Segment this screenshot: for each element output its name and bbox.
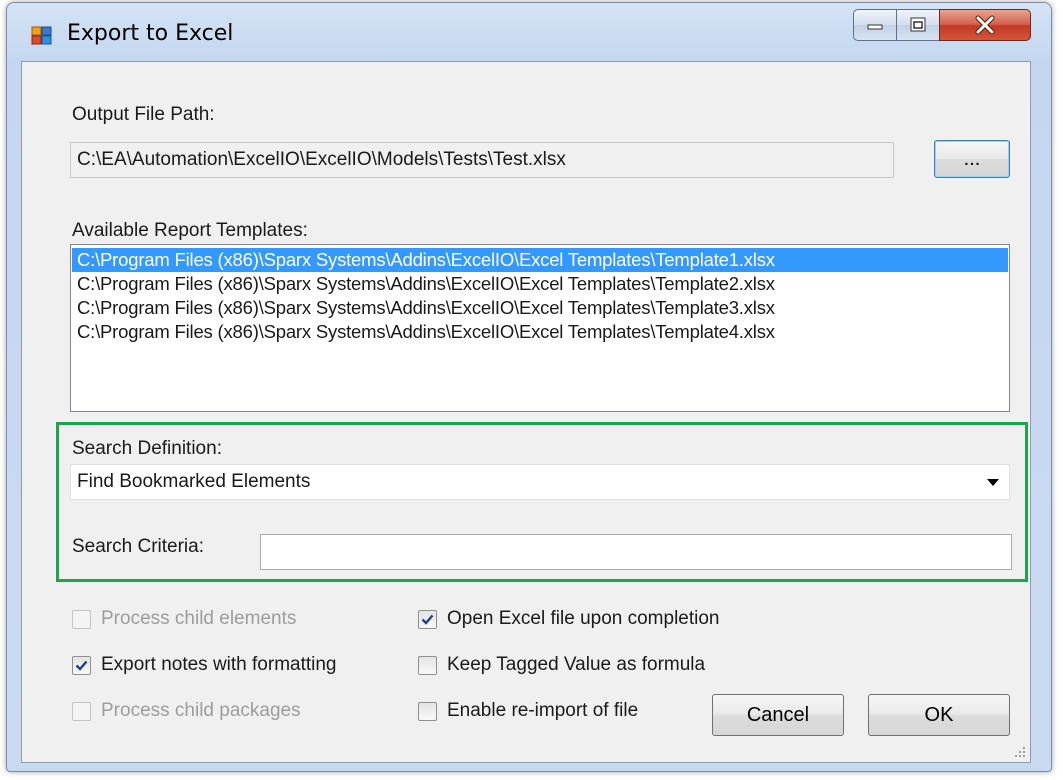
- checkmark-icon: [421, 614, 434, 625]
- template-list-item[interactable]: C:\Program Files (x86)\Sparx Systems\Add…: [72, 248, 1008, 272]
- export-to-excel-window: Export to Excel Output File Path: C:\EA\…: [6, 2, 1052, 772]
- option-export-notes-formatting[interactable]: Export notes with formatting: [72, 654, 337, 676]
- available-templates-label: Available Report Templates:: [72, 220, 308, 241]
- search-criteria-input[interactable]: [260, 534, 1012, 570]
- option-label: Enable re-import of file: [447, 700, 639, 721]
- checkmark-icon: [75, 660, 88, 671]
- minimize-button[interactable]: [853, 9, 897, 41]
- search-definition-value: Find Bookmarked Elements: [77, 471, 311, 492]
- search-definition-dropdown[interactable]: Find Bookmarked Elements: [70, 464, 1010, 500]
- option-process-child-elements[interactable]: Process child elements: [72, 608, 296, 630]
- template-list-item[interactable]: C:\Program Files (x86)\Sparx Systems\Add…: [72, 272, 1008, 296]
- browse-button[interactable]: ...: [934, 140, 1010, 178]
- minimize-icon: [867, 24, 883, 30]
- checkbox[interactable]: [418, 655, 437, 675]
- window-title: Export to Excel: [67, 21, 234, 46]
- dialog-body: Output File Path: C:\EA\Automation\Excel…: [21, 61, 1031, 763]
- search-definition-label: Search Definition:: [72, 438, 222, 459]
- option-label: Process child packages: [101, 700, 301, 721]
- title-bar[interactable]: Export to Excel: [7, 3, 1051, 63]
- option-keep-tagged-value[interactable]: Keep Tagged Value as formula: [418, 654, 705, 676]
- chevron-down-icon[interactable]: [987, 479, 999, 486]
- checkbox[interactable]: [72, 655, 91, 675]
- checkbox[interactable]: [418, 701, 437, 721]
- option-enable-reimport[interactable]: Enable re-import of file: [418, 700, 638, 722]
- checkbox[interactable]: [418, 609, 437, 629]
- maximize-button[interactable]: [896, 9, 940, 41]
- close-button[interactable]: [939, 9, 1031, 41]
- option-label: Open Excel file upon completion: [447, 608, 720, 629]
- template-list-item[interactable]: C:\Program Files (x86)\Sparx Systems\Add…: [72, 296, 1008, 320]
- templates-listbox[interactable]: C:\Program Files (x86)\Sparx Systems\Add…: [70, 244, 1010, 412]
- option-open-excel-file[interactable]: Open Excel file upon completion: [418, 608, 720, 630]
- option-label: Keep Tagged Value as formula: [447, 654, 706, 675]
- close-icon: [975, 15, 995, 35]
- ok-button[interactable]: OK: [868, 694, 1010, 736]
- search-criteria-label: Search Criteria:: [72, 536, 204, 557]
- output-file-path-label: Output File Path:: [72, 104, 215, 125]
- template-list-item[interactable]: C:\Program Files (x86)\Sparx Systems\Add…: [72, 320, 1008, 344]
- option-label: Process child elements: [101, 608, 297, 629]
- maximize-icon: [910, 17, 926, 32]
- checkbox[interactable]: [72, 609, 91, 629]
- app-icon: [31, 26, 52, 45]
- resize-grip-icon[interactable]: [1013, 745, 1027, 759]
- checkbox[interactable]: [72, 701, 91, 721]
- option-process-child-packages[interactable]: Process child packages: [72, 700, 301, 722]
- output-file-path-field[interactable]: C:\EA\Automation\ExcelIO\ExcelIO\Models\…: [70, 142, 894, 178]
- option-label: Export notes with formatting: [101, 654, 337, 675]
- cancel-button[interactable]: Cancel: [712, 694, 844, 736]
